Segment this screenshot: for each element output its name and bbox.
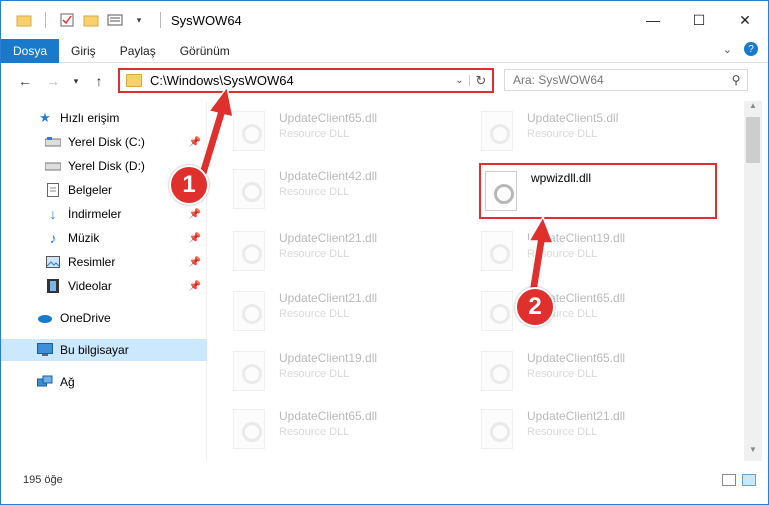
annotation-arrows [196, 85, 555, 294]
annotation-arrow-1 [196, 85, 234, 182]
annotation-arrow-2 [527, 215, 555, 294]
explorer-window: ▾ SysWOW64 — ☐ ✕ Dosya Giriş Paylaş Görü… [0, 0, 769, 505]
annotation-badge-1: 1 [169, 165, 209, 205]
annotation-badge-2: 2 [515, 287, 555, 327]
